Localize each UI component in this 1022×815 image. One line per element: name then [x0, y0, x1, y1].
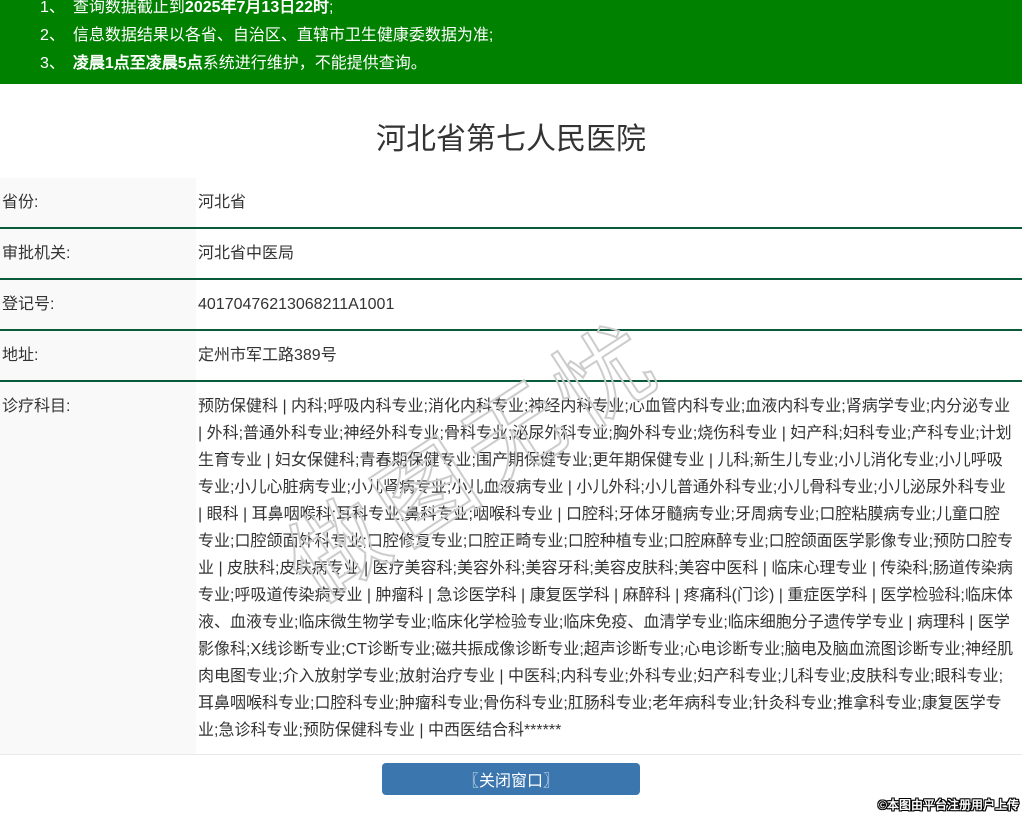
notice-item-text: 系统进行维护，不能提供查询。 — [202, 55, 427, 72]
row-label-province: 省份: — [0, 178, 196, 229]
table-row-province: 省份: 河北省 — [0, 178, 1022, 229]
notice-item-bold-text: 凌晨1点至凌晨5点 — [72, 55, 203, 72]
page-title: 河北省第七人民医院 — [376, 123, 646, 156]
attribution-text: ©本图由平台注册用户上传 — [878, 798, 1019, 812]
row-label-registration-number: 登记号: — [0, 279, 196, 331]
row-label-address: 地址: — [0, 330, 196, 382]
notice-item-3: 3、 凌晨1点至凌晨5点系统进行维护，不能提供查询。 — [40, 50, 1022, 78]
notice-item-number: 1、 — [40, 0, 65, 16]
table-row-departments: 诊疗科目: 预防保健科 | 内科;呼吸内科专业;消化内科专业;神经内科专业;心血… — [0, 381, 1022, 755]
notice-item-bold-text: 2025年7月13日22时 — [184, 0, 330, 16]
notice-item-1: 1、 查询数据截止到2025年7月13日22时; — [40, 0, 1022, 22]
notice-item-number: 2、 — [40, 27, 65, 44]
hospital-info-table: 省份: 河北省 审批机关: 河北省中医局 登记号: 40170476213068… — [0, 178, 1022, 755]
notice-item-number: 3、 — [40, 55, 65, 72]
button-row: 〖关闭窗口〗 — [0, 763, 1022, 795]
row-value-address: 定州市军工路389号 — [196, 330, 1022, 382]
notice-item-text: 信息数据结果以各省、自治区、直辖市卫生健康委数据为准; — [72, 27, 494, 44]
row-label-departments: 诊疗科目: — [0, 381, 196, 755]
row-value-registration-number: 40170476213068211A1001 — [196, 279, 1022, 331]
notice-item-text: ; — [329, 0, 334, 16]
table-row-approval-authority: 审批机关: 河北省中医局 — [0, 228, 1022, 280]
notice-banner: 1、 查询数据截止到2025年7月13日22时; 2、 信息数据结果以各省、自治区、… — [0, 0, 1022, 84]
notice-list: 1、 查询数据截止到2025年7月13日22时; 2、 信息数据结果以各省、自治区、… — [0, 0, 1022, 78]
row-value-province: 河北省 — [196, 178, 1022, 229]
row-label-approval-authority: 审批机关: — [0, 228, 196, 280]
table-row-registration-number: 登记号: 40170476213068211A1001 — [0, 279, 1022, 331]
close-window-button[interactable]: 〖关闭窗口〗 — [382, 763, 640, 795]
row-value-approval-authority: 河北省中医局 — [196, 228, 1022, 280]
notice-item-2: 2、 信息数据结果以各省、自治区、直辖市卫生健康委数据为准; — [40, 22, 1022, 50]
row-value-departments: 预防保健科 | 内科;呼吸内科专业;消化内科专业;神经内科专业;心血管内科专业;… — [196, 381, 1022, 755]
notice-item-text: 查询数据截止到 — [72, 0, 185, 16]
table-row-address: 地址: 定州市军工路389号 — [0, 330, 1022, 382]
